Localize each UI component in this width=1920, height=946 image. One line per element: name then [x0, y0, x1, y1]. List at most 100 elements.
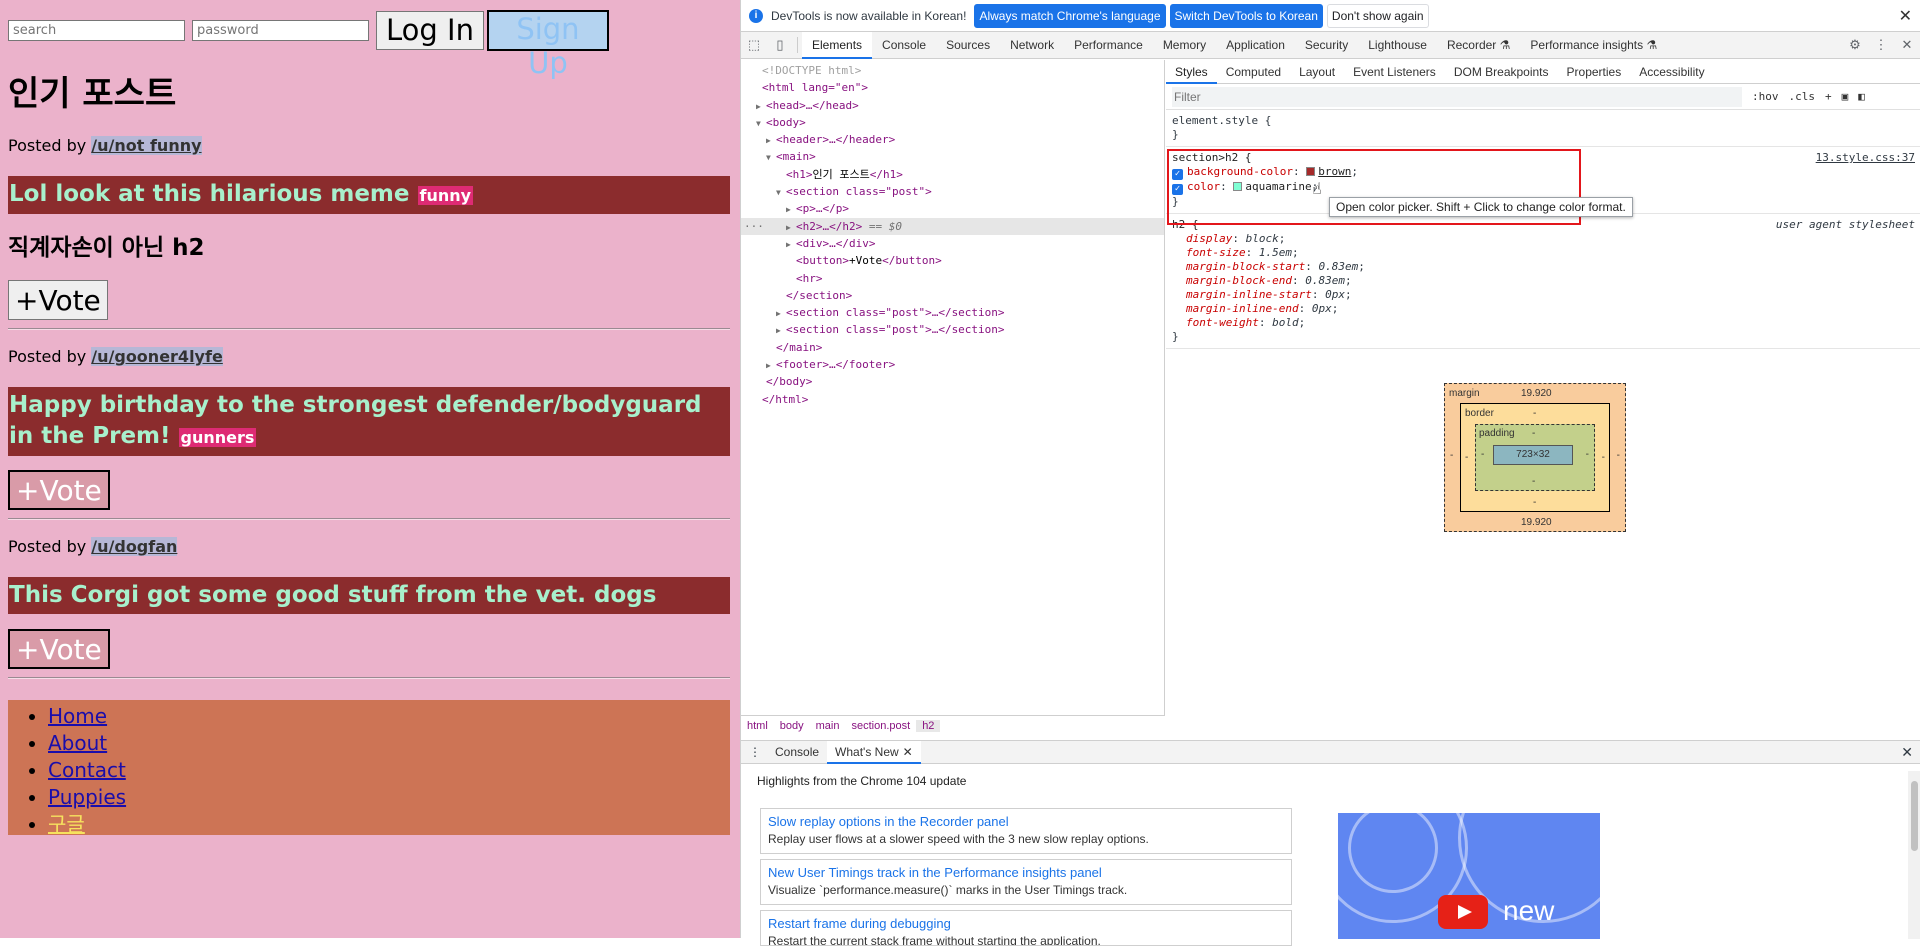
padding-left-value[interactable]: - [1481, 449, 1484, 460]
tab-styles[interactable]: Styles [1166, 60, 1217, 84]
padding-top-value[interactable]: - [1532, 428, 1535, 439]
dom-node[interactable]: ▶ <section class="post">…</section> [752, 321, 1164, 338]
close-drawer-icon[interactable]: ✕ [1901, 744, 1913, 761]
drawer-scrollbar[interactable] [1908, 771, 1920, 939]
dom-node[interactable]: ▶ <header>…</header> [752, 131, 1164, 148]
post-author-link[interactable]: /u/gooner4lyfe [91, 347, 223, 366]
source-link[interactable]: 13.style.css:37 [1816, 151, 1915, 165]
hover-state-toggle[interactable]: :hov [1752, 90, 1779, 103]
footer-link-google[interactable]: 구글 [48, 812, 85, 836]
dom-node[interactable]: ▼ <main> [752, 148, 1164, 165]
dom-node[interactable]: <button>+Vote</button> [752, 252, 1164, 269]
class-toggle[interactable]: .cls [1789, 90, 1816, 103]
expand-arrow-icon[interactable]: ▶ [786, 219, 796, 236]
expand-arrow-icon[interactable]: ▶ [786, 236, 796, 253]
margin-left-value[interactable]: - [1450, 450, 1453, 461]
tab-memory[interactable]: Memory [1153, 32, 1216, 59]
dom-node[interactable]: <h1>인기 포스트</h1> [752, 166, 1164, 183]
margin-bottom-value[interactable]: 19.920 [1521, 517, 1552, 528]
search-input[interactable] [8, 19, 185, 41]
dom-node[interactable]: ▶ <p>…</p> [752, 200, 1164, 217]
tab-computed[interactable]: Computed [1217, 60, 1290, 84]
expand-arrow-icon[interactable]: ▶ [786, 201, 796, 218]
more-options-icon[interactable]: ⋮ [1868, 32, 1894, 58]
breadcrumb-item[interactable]: main [810, 720, 846, 732]
close-icon[interactable]: ✕ [1899, 6, 1912, 26]
tab-event-listeners[interactable]: Event Listeners [1344, 60, 1445, 84]
collapse-arrow-icon[interactable]: ▼ [766, 149, 776, 166]
dom-node[interactable]: ▶ <div>…</div> [752, 235, 1164, 252]
dom-node[interactable]: ▶ <footer>…</footer> [752, 356, 1164, 373]
expand-arrow-icon[interactable]: ▶ [776, 305, 786, 322]
footer-link-contact[interactable]: Contact [48, 758, 126, 782]
drawer-tab-whats-new[interactable]: What's New ✕ [827, 740, 921, 764]
expand-arrow-icon[interactable]: ▶ [756, 98, 766, 115]
tab-console[interactable]: Console [872, 32, 936, 59]
whats-new-card[interactable]: Slow replay options in the Recorder pane… [760, 808, 1292, 854]
dom-node[interactable]: ▼ <section class="post"> [752, 183, 1164, 200]
breadcrumb-item[interactable]: html [741, 720, 774, 732]
collapse-arrow-icon[interactable]: ▼ [756, 115, 766, 132]
dom-node[interactable]: ▶ <head>…</head> [752, 97, 1164, 114]
gear-icon[interactable]: ⚙ [1842, 32, 1868, 58]
border-top-value[interactable]: - [1533, 408, 1536, 419]
tab-security[interactable]: Security [1295, 32, 1358, 59]
collapse-arrow-icon[interactable]: ▼ [776, 184, 786, 201]
close-tab-icon[interactable]: ✕ [903, 745, 913, 759]
box-model-content-size[interactable]: 723×32 [1493, 445, 1573, 465]
dom-node[interactable]: <hr> [752, 270, 1164, 287]
password-input[interactable] [192, 19, 369, 41]
drawer-menu-icon[interactable]: ⋮ [749, 745, 761, 759]
expand-arrow-icon[interactable]: ▶ [766, 357, 776, 374]
dom-node[interactable]: <!DOCTYPE html> [752, 62, 1164, 79]
vote-button[interactable]: +Vote [8, 280, 108, 320]
tab-lighthouse[interactable]: Lighthouse [1358, 32, 1437, 59]
border-right-value[interactable]: - [1602, 452, 1605, 463]
breadcrumb-item-current[interactable]: h2 [916, 719, 941, 732]
tab-elements[interactable]: Elements [802, 31, 873, 59]
vote-button[interactable]: +Vote [8, 629, 110, 669]
border-left-value[interactable]: - [1465, 452, 1468, 463]
styles-filter-input[interactable] [1172, 86, 1742, 107]
tab-recorder[interactable]: Recorder ⚗ [1437, 32, 1520, 59]
inspect-element-icon[interactable]: ⬚ [741, 32, 767, 58]
post-author-link[interactable]: /u/dogfan [91, 537, 178, 556]
breadcrumb-item[interactable]: section.post [845, 720, 916, 732]
dom-node[interactable]: </body> [752, 373, 1164, 390]
match-language-button[interactable]: Always match Chrome's language [974, 3, 1166, 28]
margin-top-value[interactable]: 19.920 [1521, 388, 1552, 399]
dom-node-selected[interactable]: ··· ▶ <h2>…</h2> == $0 [741, 217, 1164, 236]
more-dots-icon[interactable]: ··· [744, 218, 764, 235]
whats-new-video-thumbnail[interactable]: new [1338, 813, 1600, 939]
close-devtools-icon[interactable]: ✕ [1894, 32, 1920, 58]
dom-node[interactable]: ▼ <body> [752, 114, 1164, 131]
scrollbar-thumb[interactable] [1911, 781, 1918, 851]
card-title[interactable]: New User Timings track in the Performanc… [768, 865, 1284, 880]
expand-arrow-icon[interactable]: ▶ [766, 132, 776, 149]
paint-icon[interactable]: ▣ [1842, 90, 1849, 103]
new-rule-icon[interactable]: + [1825, 90, 1832, 103]
drawer-tab-console[interactable]: Console [767, 741, 827, 764]
card-title[interactable]: Restart frame during debugging [768, 916, 1284, 931]
tab-layout[interactable]: Layout [1290, 60, 1344, 84]
device-toolbar-icon[interactable]: ▯ [767, 32, 793, 58]
dom-node[interactable]: </main> [752, 339, 1164, 356]
whats-new-card[interactable]: Restart frame during debugging Restart t… [760, 910, 1292, 946]
whats-new-card[interactable]: New User Timings track in the Performanc… [760, 859, 1292, 905]
margin-right-value[interactable]: - [1617, 450, 1620, 461]
signup-button[interactable]: Sign Up [486, 9, 609, 80]
play-icon[interactable] [1438, 895, 1488, 929]
dom-node[interactable]: <html lang="en"> [752, 79, 1164, 96]
login-button[interactable]: Log In [376, 10, 484, 50]
footer-link-puppies[interactable]: Puppies [48, 785, 126, 809]
tab-properties[interactable]: Properties [1558, 60, 1631, 84]
tab-performance[interactable]: Performance [1064, 32, 1153, 59]
expand-arrow-icon[interactable]: ▶ [776, 322, 786, 339]
padding-bottom-value[interactable]: - [1532, 476, 1535, 487]
tab-accessibility[interactable]: Accessibility [1630, 60, 1713, 84]
tab-network[interactable]: Network [1000, 32, 1064, 59]
post-author-link[interactable]: /u/not funny [91, 136, 202, 155]
footer-link-home[interactable]: Home [48, 704, 107, 728]
breadcrumb-item[interactable]: body [774, 720, 810, 732]
dom-node[interactable]: ▶ <section class="post">…</section> [752, 304, 1164, 321]
